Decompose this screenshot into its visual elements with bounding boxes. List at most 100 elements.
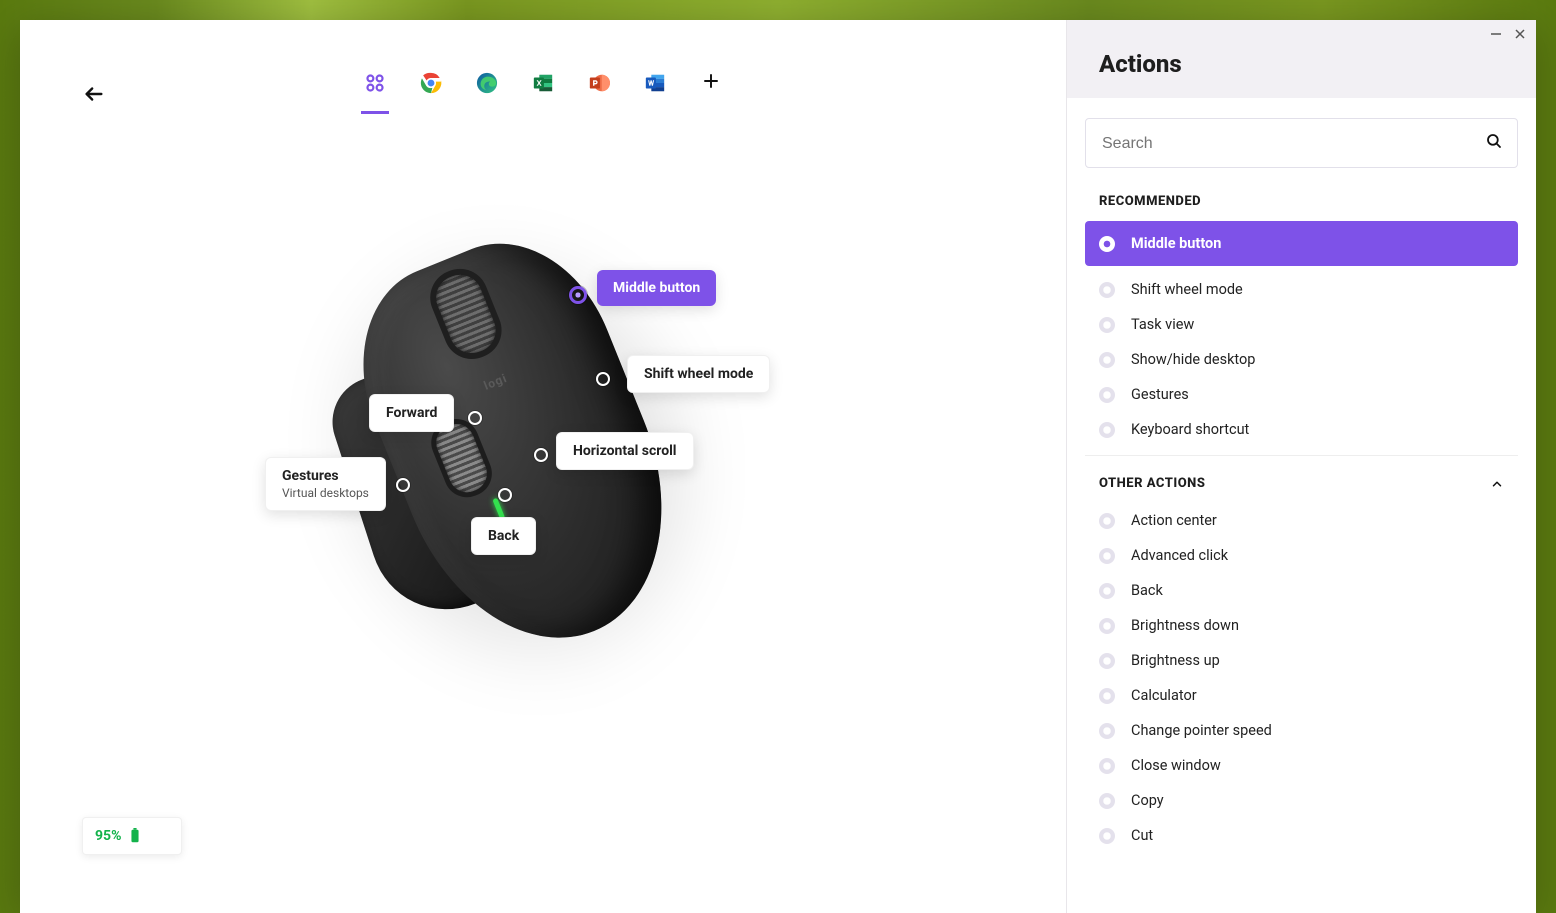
- word-icon: [644, 72, 666, 94]
- excel-icon: [532, 72, 554, 94]
- app-powerpoint[interactable]: [585, 72, 613, 114]
- option-label: Task view: [1131, 316, 1194, 333]
- other-option[interactable]: Back: [1085, 573, 1518, 608]
- other-option[interactable]: Advanced click: [1085, 538, 1518, 573]
- edge-icon: [476, 72, 498, 94]
- callout-back-label: Back: [488, 528, 519, 544]
- recommended-option[interactable]: Keyboard shortcut: [1085, 412, 1518, 447]
- recommended-option[interactable]: Task view: [1085, 307, 1518, 342]
- window-controls: [1490, 28, 1526, 44]
- hotspot-middle-button[interactable]: [569, 286, 587, 304]
- option-label: Middle button: [1131, 235, 1221, 252]
- recommended-option[interactable]: Gestures: [1085, 377, 1518, 412]
- plus-icon: [702, 72, 720, 90]
- app-edge[interactable]: [473, 72, 501, 114]
- option-label: Action center: [1131, 512, 1217, 529]
- main-area: logi Middle button Shift wheel mode Forw…: [20, 20, 1066, 913]
- section-other-label: OTHER ACTIONS: [1099, 476, 1205, 491]
- battery-level-text: 95%: [95, 828, 121, 844]
- callout-forward[interactable]: Forward: [369, 394, 454, 432]
- back-button[interactable]: [80, 80, 108, 108]
- option-label: Back: [1131, 582, 1163, 599]
- option-label: Copy: [1131, 792, 1164, 809]
- callout-shift-wheel-label: Shift wheel mode: [644, 366, 753, 382]
- other-actions-list: Action center Advanced click Back Brightnes…: [1085, 503, 1518, 853]
- mouse-body: logi: [285, 154, 780, 726]
- radio-icon: [1099, 352, 1115, 368]
- window-minimize[interactable]: [1490, 28, 1502, 44]
- radio-icon: [1099, 422, 1115, 438]
- callout-middle-button[interactable]: Middle button: [597, 270, 716, 306]
- callout-back[interactable]: Back: [471, 517, 536, 555]
- other-option[interactable]: Cut: [1085, 818, 1518, 853]
- panel-title: Actions: [1067, 20, 1536, 98]
- flow-icon: [149, 826, 169, 846]
- app-add[interactable]: [697, 72, 725, 114]
- callout-shift-wheel[interactable]: Shift wheel mode: [627, 355, 770, 393]
- callout-gestures[interactable]: Gestures Virtual desktops: [265, 457, 386, 511]
- radio-icon: [1099, 723, 1115, 739]
- radio-icon: [1099, 828, 1115, 844]
- radio-icon: [1099, 317, 1115, 333]
- option-label: Close window: [1131, 757, 1221, 774]
- other-option[interactable]: Calculator: [1085, 678, 1518, 713]
- callout-horizontal-scroll-label: Horizontal scroll: [573, 443, 677, 459]
- powerpoint-icon: [588, 72, 610, 94]
- hotspot-back[interactable]: [498, 488, 512, 502]
- chrome-icon: [420, 72, 442, 94]
- radio-icon: [1099, 236, 1115, 252]
- option-label: Brightness down: [1131, 617, 1239, 634]
- radio-icon: [1099, 282, 1115, 298]
- option-label: Shift wheel mode: [1131, 281, 1243, 298]
- app-switcher: [361, 72, 725, 114]
- search-box[interactable]: [1085, 118, 1518, 168]
- option-label: Keyboard shortcut: [1131, 421, 1249, 438]
- actions-panel: Actions RECOMMENDED Middle button Shift w…: [1066, 20, 1536, 913]
- search-icon: [1485, 132, 1503, 154]
- section-recommended-label: RECOMMENDED: [1085, 194, 1518, 221]
- callout-forward-label: Forward: [386, 405, 437, 421]
- other-option[interactable]: Brightness down: [1085, 608, 1518, 643]
- radio-icon: [1099, 618, 1115, 634]
- option-label: Cut: [1131, 827, 1153, 844]
- minimize-icon: [1490, 28, 1502, 40]
- radio-icon: [1099, 653, 1115, 669]
- battery-status: 95%: [82, 817, 182, 855]
- option-label: Show/hide desktop: [1131, 351, 1255, 368]
- other-option[interactable]: Change pointer speed: [1085, 713, 1518, 748]
- radio-icon: [1099, 548, 1115, 564]
- hotspot-shift-wheel[interactable]: [596, 372, 610, 386]
- app-window: logi Middle button Shift wheel mode Forw…: [20, 20, 1536, 913]
- recommended-option[interactable]: Show/hide desktop: [1085, 342, 1518, 377]
- radio-icon: [1099, 583, 1115, 599]
- hotspot-forward[interactable]: [468, 411, 482, 425]
- hotspot-gestures[interactable]: [396, 478, 410, 492]
- recommended-option[interactable]: Shift wheel mode: [1085, 272, 1518, 307]
- callout-middle-button-label: Middle button: [613, 280, 700, 296]
- recommended-option[interactable]: Middle button: [1085, 221, 1518, 266]
- section-other-toggle[interactable]: OTHER ACTIONS: [1085, 455, 1518, 503]
- other-option[interactable]: Copy: [1085, 783, 1518, 818]
- app-excel[interactable]: [529, 72, 557, 114]
- panel-body[interactable]: RECOMMENDED Middle button Shift wheel mod…: [1067, 98, 1536, 913]
- option-label: Change pointer speed: [1131, 722, 1272, 739]
- app-all[interactable]: [361, 72, 389, 114]
- app-chrome[interactable]: [417, 72, 445, 114]
- recommended-list: Middle button Shift wheel mode Task view Sh…: [1085, 221, 1518, 447]
- callout-gestures-label: Gestures: [282, 468, 339, 484]
- app-word[interactable]: [641, 72, 669, 114]
- other-option[interactable]: Action center: [1085, 503, 1518, 538]
- callout-horizontal-scroll[interactable]: Horizontal scroll: [556, 432, 694, 470]
- window-close[interactable]: [1514, 28, 1526, 44]
- search-input[interactable]: [1102, 135, 1469, 153]
- radio-icon: [1099, 688, 1115, 704]
- all-apps-icon: [364, 72, 386, 94]
- hotspot-horizontal-scroll[interactable]: [534, 448, 548, 462]
- option-label: Advanced click: [1131, 547, 1228, 564]
- option-label: Gestures: [1131, 386, 1189, 403]
- option-label: Brightness up: [1131, 652, 1220, 669]
- other-option[interactable]: Brightness up: [1085, 643, 1518, 678]
- radio-icon: [1099, 793, 1115, 809]
- chevron-up-icon: [1490, 477, 1504, 491]
- other-option[interactable]: Close window: [1085, 748, 1518, 783]
